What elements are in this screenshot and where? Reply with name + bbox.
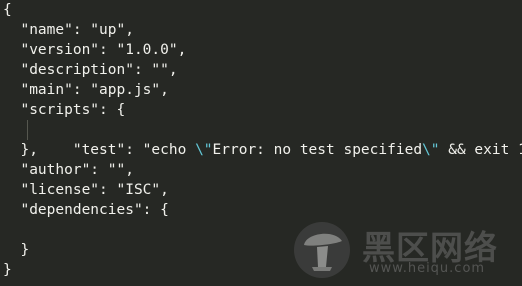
code-line-6: "scripts": { — [3, 102, 126, 118]
code-line-9: "author": "", — [3, 162, 134, 178]
code-line-2: "name": "up", — [3, 22, 134, 38]
escape-sequence-1: \" — [195, 142, 213, 158]
watermark: 黑区网络 www.heiqu.com — [290, 218, 518, 282]
code-editor[interactable]: { "name": "up", "version": "1.0.0", "des… — [0, 0, 522, 286]
test-line-prefix: "test": "echo — [37, 142, 196, 158]
escape-sequence-2: \" — [422, 142, 440, 158]
code-line-4: "description": "", — [3, 62, 178, 78]
watermark-url: www.heiqu.com — [369, 261, 486, 276]
code-line-7: "test": "echo \"Error: no test specified… — [3, 120, 522, 158]
code-line-1: { — [3, 2, 12, 18]
code-line-13: } — [3, 242, 30, 258]
code-line-14: } — [3, 262, 12, 278]
code-line-10: "license": "ISC", — [3, 182, 169, 198]
code-line-3: "version": "1.0.0", — [3, 42, 187, 58]
test-line-suffix: && exit 1" — [448, 142, 522, 158]
test-line-middle: Error: no test specified — [212, 142, 423, 158]
code-line-11: "dependencies": { — [3, 202, 169, 218]
code-line-8: }, — [3, 142, 38, 158]
watermark-logo-icon — [294, 222, 350, 278]
code-line-5: "main": "app.js", — [3, 82, 169, 98]
